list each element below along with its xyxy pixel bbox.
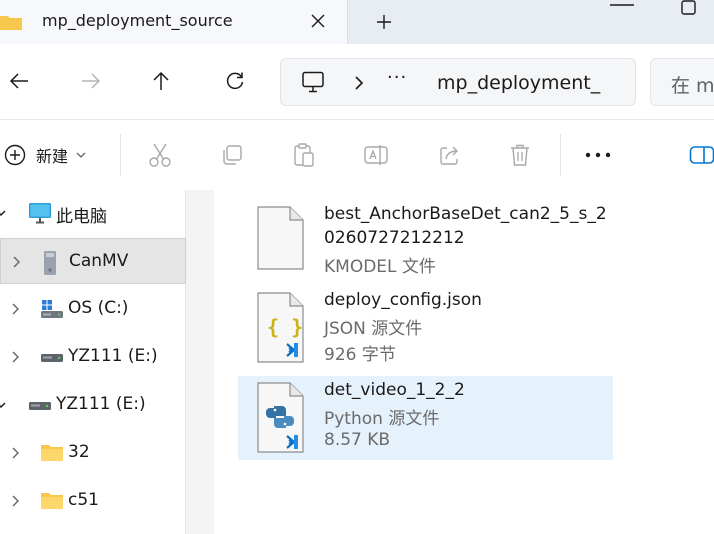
- folder-icon: [0, 14, 22, 30]
- new-tab-button[interactable]: [370, 8, 398, 36]
- file-type: KMODEL 文件: [324, 257, 436, 277]
- maximize-button[interactable]: [676, 0, 706, 18]
- sidebar-item-yz111-e[interactable]: YZ111 (E:): [0, 334, 186, 380]
- chevron-down-icon[interactable]: [0, 397, 8, 413]
- refresh-button[interactable]: [220, 66, 250, 96]
- drive-icon: [40, 346, 63, 368]
- new-button[interactable]: 新建: [4, 140, 86, 170]
- close-icon: [311, 14, 325, 28]
- clipboard-icon: [294, 143, 314, 167]
- refresh-icon: [226, 72, 244, 90]
- maximize-icon: [681, 0, 696, 15]
- toolbar-divider: [560, 134, 561, 176]
- toolbar-divider: [120, 134, 121, 176]
- forward-button[interactable]: [76, 66, 106, 96]
- sidebar-item-label: CanMV: [69, 251, 129, 271]
- chevron-right-icon[interactable]: [351, 74, 367, 92]
- plus-circle-icon: [4, 144, 26, 166]
- up-button[interactable]: [146, 66, 176, 96]
- address-bar[interactable]: ··· mp_deployment_: [280, 58, 636, 106]
- breadcrumb-overflow-button[interactable]: ···: [387, 67, 407, 88]
- generic-file-icon: [254, 206, 306, 270]
- sidebar-item-label: c51: [68, 490, 99, 510]
- breadcrumb-current[interactable]: mp_deployment_: [437, 72, 600, 94]
- rename-button[interactable]: [362, 140, 390, 170]
- close-tab-button[interactable]: [304, 6, 332, 36]
- cut-button[interactable]: [146, 140, 174, 170]
- file-size: 926 字节: [324, 345, 396, 365]
- file-list: best_AnchorBaseDet_can2_5_s_2 0260727212…: [214, 190, 714, 534]
- svg-text:{ }: { }: [267, 315, 303, 339]
- delete-button[interactable]: [506, 140, 534, 170]
- more-horizontal-icon: [585, 152, 611, 158]
- more-options-button[interactable]: [584, 140, 612, 170]
- chevron-right-icon[interactable]: [9, 254, 23, 270]
- scissors-icon: [149, 143, 171, 167]
- chevron-right-icon[interactable]: [8, 349, 22, 365]
- sidebar-item-os-c[interactable]: OS (C:): [0, 286, 186, 332]
- chevron-right-icon[interactable]: [8, 301, 22, 317]
- pane-splitter[interactable]: [186, 190, 214, 534]
- sidebar-item-label: OS (C:): [68, 298, 129, 318]
- sidebar-item-label: YZ111 (E:): [68, 346, 158, 366]
- sidebar-item-label: 32: [68, 442, 90, 462]
- navigation-bar: ··· mp_deployment_ 在 m: [0, 44, 714, 120]
- file-type: Python 源文件: [324, 409, 440, 429]
- json-file-icon: { }: [254, 292, 306, 363]
- search-box[interactable]: 在 m: [650, 58, 714, 106]
- file-item-kmodel[interactable]: best_AnchorBaseDet_can2_5_s_2 0260727212…: [238, 198, 613, 282]
- copy-button[interactable]: [218, 140, 246, 170]
- file-type: JSON 源文件: [324, 319, 423, 339]
- title-bar: mp_deployment_source: [0, 0, 714, 44]
- search-placeholder: 在 m: [671, 75, 714, 97]
- sidebar-item-this-pc[interactable]: 此电脑: [0, 190, 186, 236]
- file-name: deploy_config.json: [324, 290, 482, 310]
- plus-icon: [377, 15, 391, 29]
- rename-icon: [364, 145, 388, 165]
- copy-icon: [223, 145, 242, 165]
- minimize-icon: [610, 4, 634, 6]
- share-button[interactable]: [436, 140, 464, 170]
- file-size: 8.57 KB: [324, 430, 391, 450]
- chevron-right-icon[interactable]: [8, 445, 22, 461]
- folder-icon: [40, 442, 63, 464]
- file-name: det_video_1_2_2: [324, 380, 465, 400]
- trash-icon: [511, 144, 529, 166]
- paste-button[interactable]: [290, 140, 318, 170]
- python-file-icon: [254, 382, 306, 453]
- chevron-right-icon[interactable]: [8, 493, 22, 509]
- share-icon: [440, 146, 458, 165]
- command-bar: 新建: [0, 120, 714, 190]
- chevron-down-icon: [76, 152, 86, 158]
- sidebar-item-folder-32[interactable]: 32: [0, 430, 186, 476]
- computer-icon: [301, 71, 325, 93]
- new-button-label: 新建: [36, 147, 69, 166]
- back-button[interactable]: [4, 66, 34, 96]
- file-item-det-video[interactable]: det_video_1_2_2 Python 源文件 8.57 KB: [238, 376, 613, 460]
- sidebar-item-folder-c51[interactable]: c51: [0, 478, 186, 524]
- sidebar-item-yz111-e-expanded[interactable]: YZ111 (E:): [0, 382, 186, 428]
- arrow-right-icon: [82, 73, 101, 89]
- arrow-left-icon: [9, 73, 28, 89]
- file-item-deploy-config[interactable]: { } deploy_config.json JSON 源文件 926 字节: [238, 286, 613, 372]
- sidebar-item-canmv[interactable]: CanMV: [0, 238, 186, 284]
- navigation-pane: 此电脑 CanMV OS (C:) YZ111 (E:) YZ111 (E:) …: [0, 190, 186, 534]
- monitor-icon: [28, 202, 51, 224]
- tab-title: mp_deployment_source: [42, 11, 233, 30]
- arrow-up-icon: [153, 71, 169, 90]
- windows-drive-icon: [40, 298, 63, 320]
- tab-mp-deployment-source[interactable]: mp_deployment_source: [0, 0, 348, 44]
- file-name-line: 0260727212212: [324, 228, 465, 248]
- file-name-line: best_AnchorBaseDet_can2_5_s_2: [324, 204, 607, 224]
- sidebar-item-label: YZ111 (E:): [56, 394, 146, 414]
- device-icon: [43, 251, 65, 275]
- details-pane-button[interactable]: [688, 140, 714, 170]
- chevron-down-icon[interactable]: [0, 205, 8, 221]
- folder-icon: [40, 490, 63, 512]
- sidebar-item-label: 此电脑: [56, 207, 107, 227]
- minimize-button[interactable]: [604, 0, 644, 18]
- details-pane-icon: [689, 146, 714, 164]
- drive-icon: [28, 394, 51, 416]
